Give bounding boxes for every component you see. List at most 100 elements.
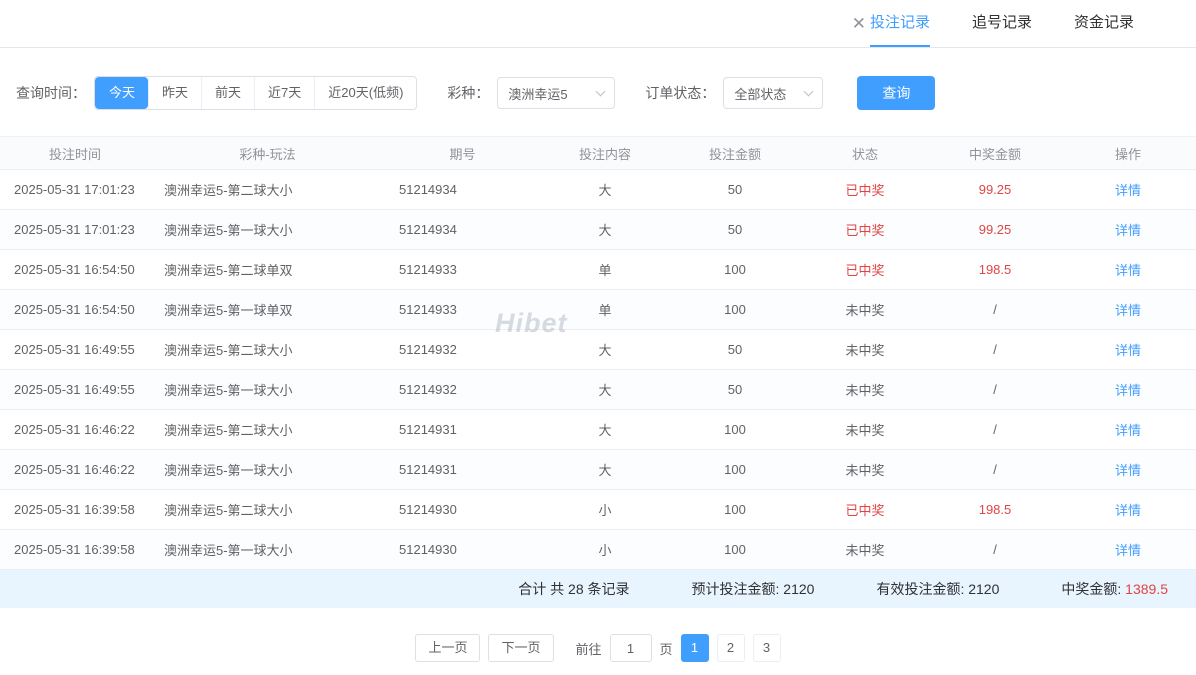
win-amount: 198.5 bbox=[979, 502, 1012, 517]
goto-label: 前往 bbox=[576, 639, 602, 658]
issue-cell: 51214932 bbox=[385, 370, 540, 410]
pagination: 上一页 下一页 前往 页 1 2 3 bbox=[0, 634, 1196, 662]
detail-link[interactable]: 详情 bbox=[1115, 503, 1141, 518]
game-play-cell: 澳洲幸运5-第一球大小 bbox=[150, 370, 385, 410]
action-cell: 详情 bbox=[1060, 290, 1196, 330]
goto-page-input[interactable] bbox=[610, 634, 652, 662]
detail-link[interactable]: 详情 bbox=[1115, 423, 1141, 438]
issue-cell: 51214933 bbox=[385, 290, 540, 330]
table-row: 2025-05-31 16:39:58 澳洲幸运5-第一球大小 51214930… bbox=[0, 530, 1196, 570]
detail-link[interactable]: 详情 bbox=[1115, 223, 1141, 238]
bet-time-cell: 2025-05-31 16:54:50 bbox=[0, 250, 150, 290]
tab[interactable]: 追号记录 bbox=[972, 0, 1032, 47]
search-button[interactable]: 查询 bbox=[857, 76, 935, 110]
bet-amount-cell: 100 bbox=[670, 530, 800, 570]
win-amount-cell: / bbox=[930, 330, 1060, 370]
page-number-button[interactable]: 2 bbox=[717, 634, 745, 662]
next-page-button[interactable]: 下一页 bbox=[488, 634, 553, 662]
detail-link[interactable]: 详情 bbox=[1115, 183, 1141, 198]
status-badge: 已中奖 bbox=[845, 223, 884, 238]
bet-time-cell: 2025-05-31 16:39:58 bbox=[0, 490, 150, 530]
status-badge: 已中奖 bbox=[845, 183, 884, 198]
detail-link[interactable]: 详情 bbox=[1115, 463, 1141, 478]
time-filter-button[interactable]: 近7天 bbox=[254, 77, 314, 109]
table-header-cell: 状态 bbox=[800, 137, 930, 170]
chevron-down-icon bbox=[596, 86, 606, 96]
status-badge: 已中奖 bbox=[845, 263, 884, 278]
action-cell: 详情 bbox=[1060, 210, 1196, 250]
detail-link[interactable]: 详情 bbox=[1115, 343, 1141, 358]
status-cell: 未中奖 bbox=[800, 410, 930, 450]
status-badge: 未中奖 bbox=[845, 343, 884, 358]
game-play-cell: 澳洲幸运5-第二球大小 bbox=[150, 330, 385, 370]
win-amount-cell: / bbox=[930, 410, 1060, 450]
game-play-cell: 澳洲幸运5-第二球大小 bbox=[150, 490, 385, 530]
table-row: 2025-05-31 16:49:55 澳洲幸运5-第一球大小 51214932… bbox=[0, 370, 1196, 410]
table-header-cell: 操作 bbox=[1060, 137, 1196, 170]
tab[interactable]: 资金记录 bbox=[1074, 0, 1134, 47]
game-play-cell: 澳洲幸运5-第一球单双 bbox=[150, 290, 385, 330]
summary-row: 合计 共 28 条记录 预计投注金额: 2120 有效投注金额: 2120 中奖… bbox=[0, 570, 1196, 608]
lottery-select-label: 彩种： bbox=[447, 83, 489, 103]
time-filter-button[interactable]: 今天 bbox=[95, 77, 148, 109]
detail-link[interactable]: 详情 bbox=[1115, 383, 1141, 398]
time-filter-button[interactable]: 昨天 bbox=[148, 77, 201, 109]
bet-amount-cell: 50 bbox=[670, 170, 800, 210]
win-amount: 198.5 bbox=[979, 262, 1012, 277]
win-amount: / bbox=[993, 302, 997, 317]
action-cell: 详情 bbox=[1060, 490, 1196, 530]
chevron-down-icon bbox=[804, 86, 814, 96]
action-cell: 详情 bbox=[1060, 330, 1196, 370]
issue-cell: 51214934 bbox=[385, 210, 540, 250]
action-cell: 详情 bbox=[1060, 250, 1196, 290]
table-header-row: 投注时间 彩种-玩法 期号 投注内容 投注金额 状态 中奖金额 操作 bbox=[0, 137, 1196, 170]
action-cell: 详情 bbox=[1060, 410, 1196, 450]
time-filter-button[interactable]: 前天 bbox=[201, 77, 254, 109]
action-cell: 详情 bbox=[1060, 170, 1196, 210]
prev-page-button[interactable]: 上一页 bbox=[415, 634, 480, 662]
win-amount: / bbox=[993, 382, 997, 397]
page-number-button[interactable]: 3 bbox=[753, 634, 781, 662]
win-amount-cell: 99.25 bbox=[930, 210, 1060, 250]
bet-amount-cell: 50 bbox=[670, 370, 800, 410]
bet-amount-cell: 100 bbox=[670, 410, 800, 450]
order-status-select-label: 订单状态： bbox=[645, 83, 715, 103]
order-status-select[interactable]: 全部状态 bbox=[723, 77, 823, 109]
detail-link[interactable]: 详情 bbox=[1115, 303, 1141, 318]
issue-cell: 51214932 bbox=[385, 330, 540, 370]
lottery-select[interactable]: 澳洲幸运5 bbox=[497, 77, 615, 109]
table-header-cell: 中奖金额 bbox=[930, 137, 1060, 170]
summary-total: 合计 共 28 条记录 bbox=[518, 579, 629, 599]
bet-time-cell: 2025-05-31 17:01:23 bbox=[0, 210, 150, 250]
status-cell: 未中奖 bbox=[800, 530, 930, 570]
table-row: 2025-05-31 16:49:55 澳洲幸运5-第二球大小 51214932… bbox=[0, 330, 1196, 370]
win-amount-cell: 198.5 bbox=[930, 490, 1060, 530]
summary-valid: 有效投注金额: 2120 bbox=[876, 579, 999, 599]
status-cell: 已中奖 bbox=[800, 210, 930, 250]
table-row: 2025-05-31 16:54:50 澳洲幸运5-第一球单双 51214933… bbox=[0, 290, 1196, 330]
time-filter-button[interactable]: 近20天(低频) bbox=[314, 77, 416, 109]
bet-time-cell: 2025-05-31 16:46:22 bbox=[0, 450, 150, 490]
summary-expected: 预计投注金额: 2120 bbox=[692, 579, 815, 599]
bet-content-cell: 单 bbox=[540, 290, 670, 330]
bet-content-cell: 大 bbox=[540, 450, 670, 490]
table-body: 2025-05-31 17:01:23 澳洲幸运5-第二球大小 51214934… bbox=[0, 170, 1196, 570]
page-number-button[interactable]: 1 bbox=[681, 634, 709, 662]
win-amount-cell: 198.5 bbox=[930, 250, 1060, 290]
game-play-cell: 澳洲幸运5-第二球单双 bbox=[150, 250, 385, 290]
bet-content-cell: 小 bbox=[540, 530, 670, 570]
bet-time-cell: 2025-05-31 16:54:50 bbox=[0, 290, 150, 330]
status-badge: 未中奖 bbox=[845, 463, 884, 478]
game-play-cell: 澳洲幸运5-第一球大小 bbox=[150, 450, 385, 490]
win-amount: / bbox=[993, 342, 997, 357]
issue-cell: 51214933 bbox=[385, 250, 540, 290]
table-header-cell: 期号 bbox=[385, 137, 540, 170]
table-row: 2025-05-31 17:01:23 澳洲幸运5-第二球大小 51214934… bbox=[0, 170, 1196, 210]
issue-cell: 51214930 bbox=[385, 530, 540, 570]
tab[interactable]: 投注记录 bbox=[870, 0, 930, 47]
status-cell: 已中奖 bbox=[800, 170, 930, 210]
close-icon[interactable]: ✕ bbox=[848, 11, 870, 36]
detail-link[interactable]: 详情 bbox=[1115, 263, 1141, 278]
detail-link[interactable]: 详情 bbox=[1115, 543, 1141, 558]
win-amount-cell: / bbox=[930, 450, 1060, 490]
